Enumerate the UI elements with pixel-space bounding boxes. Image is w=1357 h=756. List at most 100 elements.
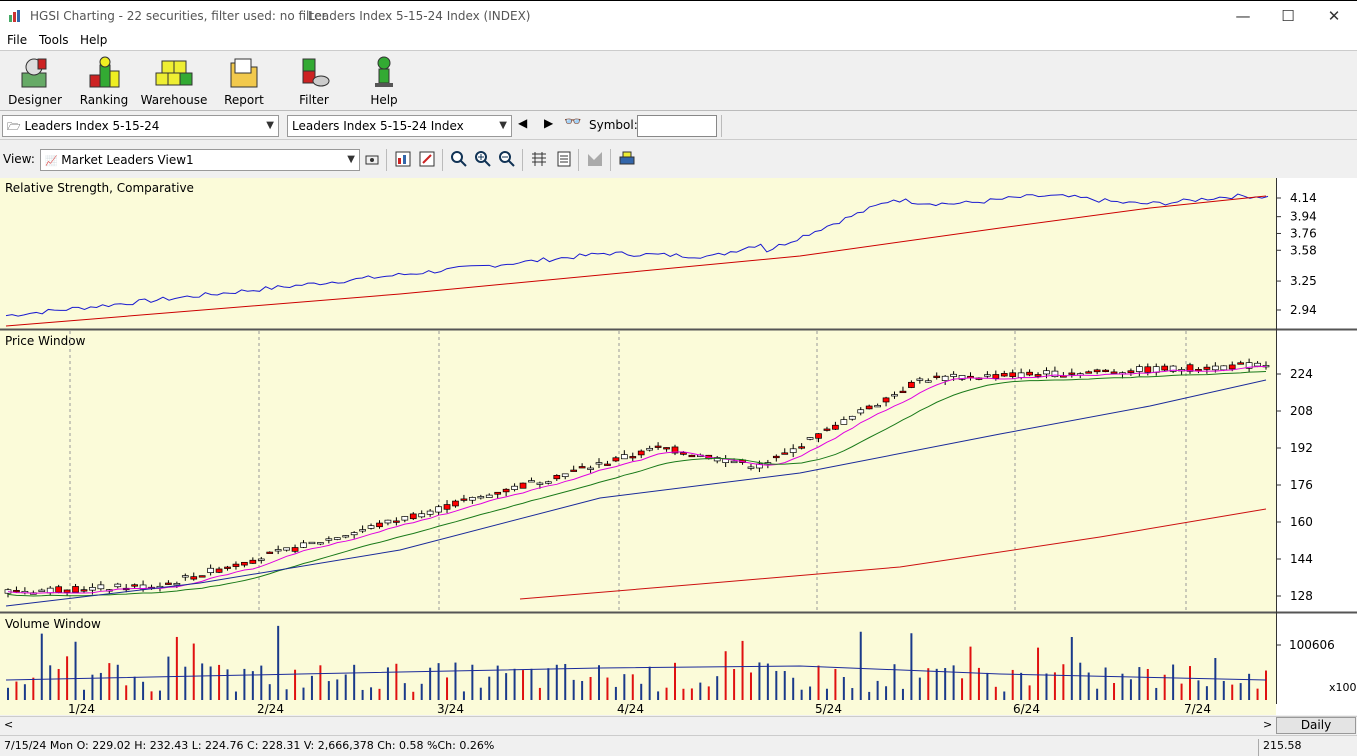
chart-properties-icon[interactable]	[394, 150, 412, 168]
candle	[815, 433, 822, 439]
candle	[1136, 366, 1143, 372]
rs-tick-label: 3.76	[1290, 226, 1317, 240]
next-icon[interactable]: ▶	[544, 116, 562, 134]
candle	[654, 445, 662, 448]
candle	[823, 428, 831, 431]
candle	[502, 488, 510, 493]
chevron-down-icon: ▼	[499, 120, 507, 131]
candle	[519, 482, 527, 489]
candle	[63, 589, 71, 593]
candle	[241, 561, 248, 566]
report-icon	[230, 58, 258, 88]
x-tick-label: 1/24	[68, 702, 95, 715]
status-ohlc: 7/15/24 Mon O: 229.02 H: 232.43 L: 224.7…	[4, 739, 495, 752]
minimize-button[interactable]: —	[1220, 1, 1266, 32]
toolbar-separator	[721, 115, 722, 137]
candle	[1102, 369, 1109, 373]
main-toolbar: Designer Ranking Warehouse Report Filter…	[0, 52, 1357, 111]
view-bar: View: 📈 Market Leaders View1 ▼	[0, 145, 1357, 175]
scroll-right-icon[interactable]: >	[1263, 718, 1272, 731]
report-label: Report	[224, 93, 264, 107]
data-table-icon[interactable]	[555, 150, 573, 168]
status-bar: 7/15/24 Mon O: 229.02 H: 232.43 L: 224.7…	[0, 735, 1357, 756]
view-settings-icon[interactable]	[364, 151, 382, 169]
candle	[181, 575, 189, 578]
candle	[1203, 366, 1211, 370]
menu-help[interactable]: Help	[80, 33, 107, 47]
ranking-button[interactable]: Ranking	[69, 55, 139, 109]
chart-canvas[interactable]: Relative Strength, Comparative Price Wind…	[0, 178, 1357, 716]
warehouse-icon	[155, 60, 193, 86]
period-button[interactable]: Daily	[1276, 717, 1356, 734]
bar-style-icon[interactable]	[530, 150, 548, 168]
filter-label: Filter	[299, 93, 329, 107]
symbol-label: Symbol:	[589, 118, 638, 132]
candle	[350, 532, 358, 536]
candle	[367, 525, 375, 529]
previous-icon[interactable]: ◀	[518, 116, 536, 134]
candle	[1009, 372, 1017, 377]
candle	[840, 419, 848, 425]
report-button[interactable]: Report	[209, 55, 279, 109]
price-tick-label: 176	[1290, 478, 1313, 492]
selection-bar: 🗁 Leaders Index 5-15-24 ▼ Leaders Index …	[0, 112, 1357, 140]
candle	[595, 462, 603, 465]
filter-button[interactable]: Filter	[279, 55, 349, 109]
x-tick-label: 5/24	[815, 702, 842, 715]
symbol-input[interactable]	[637, 115, 717, 137]
candle	[291, 547, 299, 552]
security-select[interactable]: Leaders Index 5-15-24 Index ▼	[287, 115, 512, 137]
candle	[325, 538, 333, 541]
zoom-icon[interactable]	[450, 150, 468, 168]
candle	[1228, 364, 1236, 370]
candle	[131, 584, 138, 587]
menu-file[interactable]: File	[7, 33, 27, 47]
candle	[646, 447, 654, 451]
zoom-out-icon[interactable]	[498, 150, 516, 168]
candle	[55, 586, 63, 593]
candle	[832, 424, 839, 430]
candle	[376, 522, 383, 528]
maximize-button[interactable]: ☐	[1265, 1, 1311, 32]
designer-button[interactable]: Designer	[0, 55, 70, 109]
candle	[992, 374, 1000, 379]
toolbar-separator	[522, 149, 523, 171]
rs-tick-label: 4.14	[1290, 191, 1317, 205]
candle	[494, 491, 502, 495]
candle	[730, 460, 738, 464]
designer-icon	[21, 58, 47, 88]
warehouse-button[interactable]: Warehouse	[139, 55, 209, 109]
candle	[215, 568, 223, 573]
binoculars-icon[interactable]: 👓	[564, 114, 582, 132]
candle	[283, 547, 290, 551]
list-select[interactable]: 🗁 Leaders Index 5-15-24 ▼	[2, 115, 279, 137]
price-tick-label: 208	[1290, 404, 1313, 418]
menu-tools[interactable]: Tools	[39, 33, 69, 47]
candle	[1026, 371, 1033, 376]
drawing-tool-icon[interactable]	[586, 150, 604, 168]
help-button[interactable]: Help	[349, 55, 419, 109]
close-button[interactable]: ✕	[1311, 1, 1357, 32]
horizontal-scrollbar[interactable]: < > Daily	[0, 716, 1357, 734]
candle	[781, 452, 789, 455]
status-value: 215.58	[1258, 739, 1302, 756]
view-select[interactable]: 📈 Market Leaders View1 ▼	[40, 149, 360, 171]
candle	[409, 513, 417, 520]
candle	[477, 496, 485, 499]
ranking-icon	[89, 56, 120, 88]
candle	[114, 583, 122, 588]
print-icon[interactable]	[618, 150, 636, 168]
scroll-left-icon[interactable]: <	[4, 718, 13, 731]
candle	[747, 466, 755, 469]
candle	[89, 587, 96, 591]
candle	[882, 397, 890, 403]
candle	[165, 582, 172, 585]
zoom-in-icon[interactable]	[474, 150, 492, 168]
candle	[528, 480, 535, 483]
candle	[772, 455, 780, 459]
candle	[1093, 369, 1101, 373]
chevron-down-icon: ▼	[347, 154, 355, 165]
edit-chart-icon[interactable]	[418, 150, 436, 168]
candle	[426, 510, 434, 515]
candle	[1000, 373, 1008, 377]
